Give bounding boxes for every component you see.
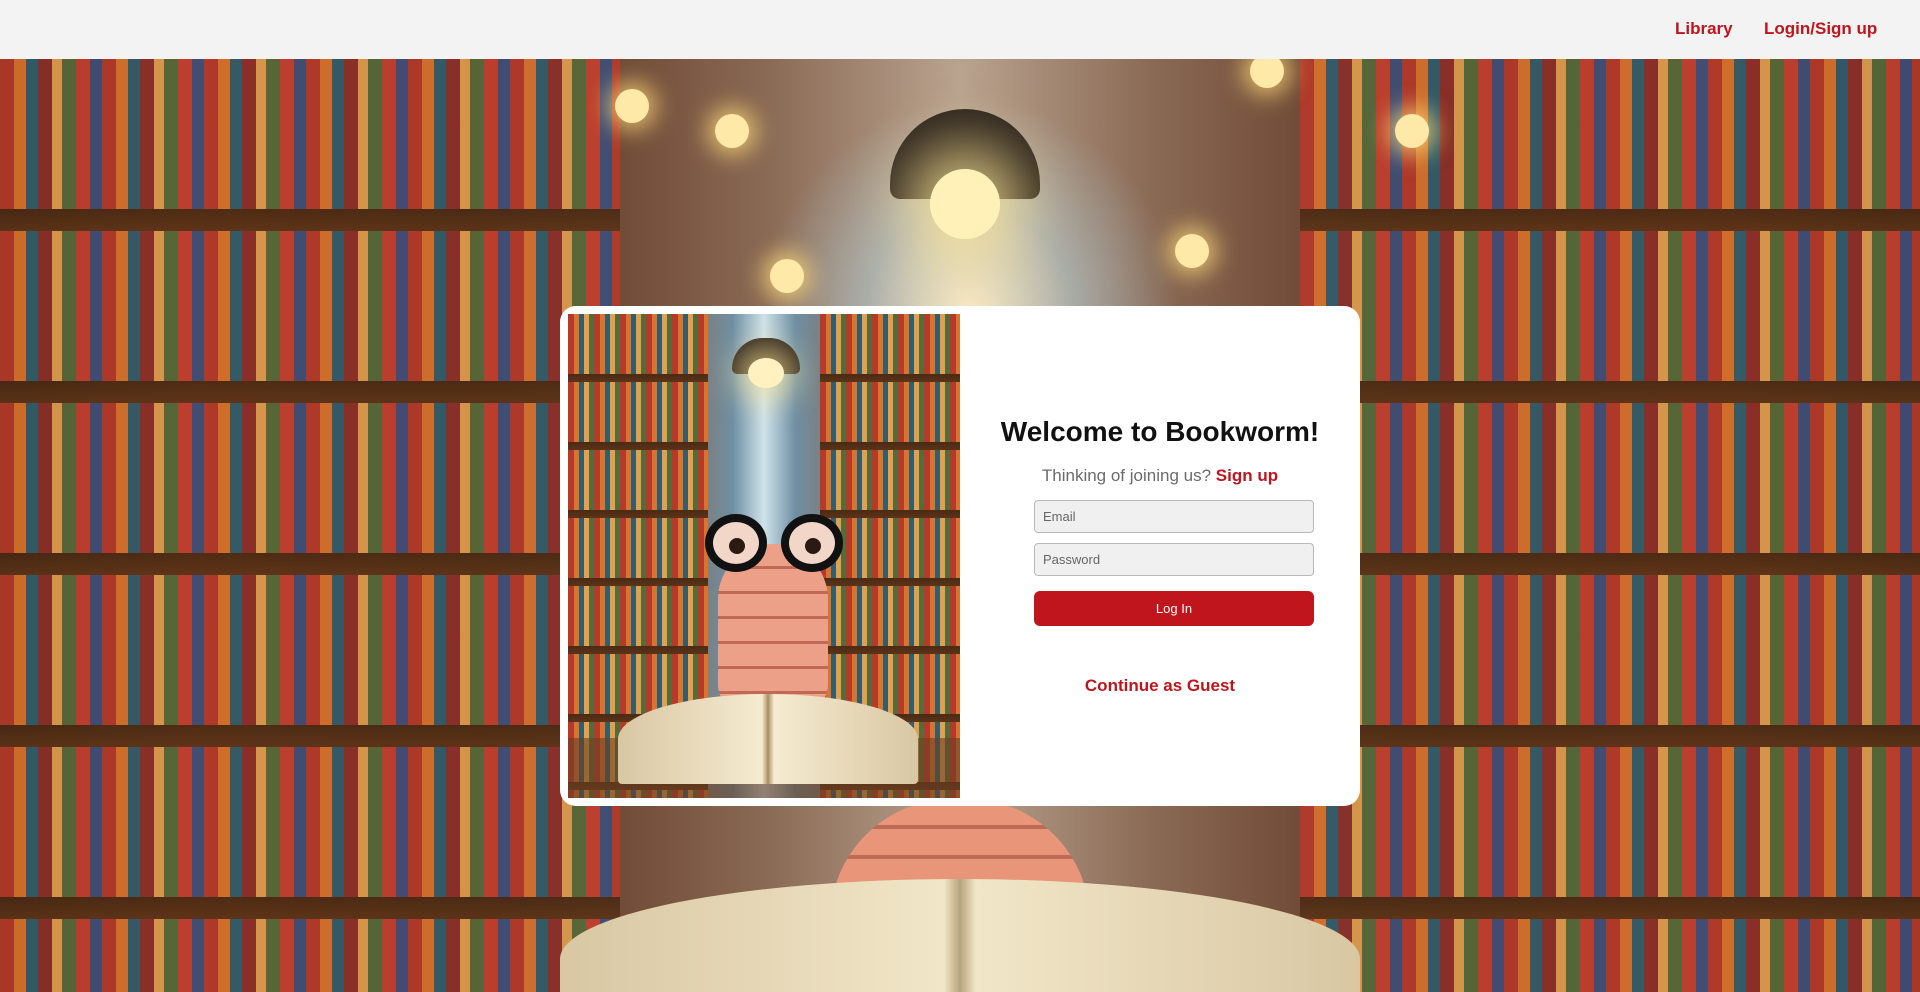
bookworm-illustration [568, 314, 960, 798]
email-field[interactable] [1034, 500, 1314, 533]
login-card: Welcome to Bookworm! Thinking of joining… [560, 306, 1360, 806]
string-light [715, 114, 749, 148]
glasses-lens-left [705, 514, 767, 572]
string-light [1395, 114, 1429, 148]
string-light [1250, 59, 1284, 88]
string-light [615, 89, 649, 123]
open-book [560, 879, 1360, 992]
nav-login-signup-link[interactable]: Login/Sign up [1764, 19, 1877, 39]
worm-eye-left [729, 538, 745, 554]
top-navbar: Library Login/Sign up [0, 0, 1920, 59]
worm-eye-right [805, 538, 821, 554]
string-light [770, 259, 804, 293]
join-prompt-text: Thinking of joining us? [1041, 466, 1212, 485]
login-button[interactable]: Log In [1034, 591, 1314, 626]
lamp-bulb [930, 169, 1000, 239]
illustration-lamp-bulb [748, 358, 784, 388]
nav-library-link[interactable]: Library [1675, 19, 1733, 39]
bookshelf-left [0, 59, 620, 992]
welcome-title: Welcome to Bookworm! [1000, 416, 1320, 447]
illustration-open-book [618, 694, 918, 784]
join-prompt: Thinking of joining us? Sign up [960, 466, 1360, 486]
continue-as-guest-link[interactable]: Continue as Guest [960, 676, 1360, 696]
illustration-glasses [705, 514, 845, 574]
password-field[interactable] [1034, 543, 1314, 576]
glasses-lens-right [781, 514, 843, 572]
login-form: Welcome to Bookworm! Thinking of joining… [960, 306, 1360, 806]
string-light [1175, 234, 1209, 268]
signup-link[interactable]: Sign up [1216, 466, 1278, 485]
bookshelf-right [1300, 59, 1920, 992]
